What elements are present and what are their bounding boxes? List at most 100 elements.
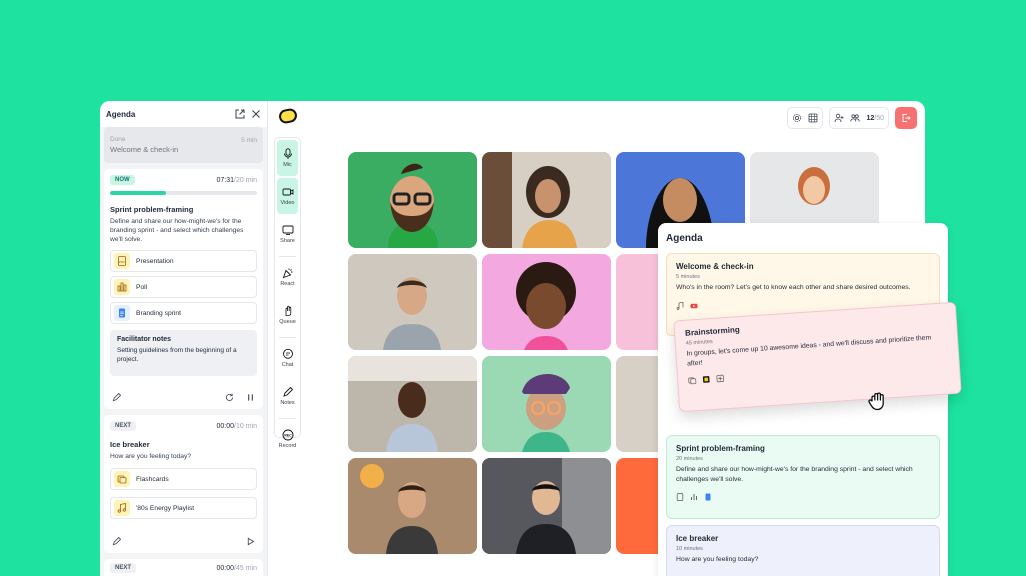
resource-label: Presentation bbox=[136, 257, 174, 265]
queue-label: Queue bbox=[279, 319, 296, 325]
next-total: /10 min bbox=[234, 422, 257, 430]
toolbar-divider bbox=[279, 418, 296, 419]
play-icon[interactable] bbox=[246, 537, 255, 546]
current-elapsed: 07:31 bbox=[216, 176, 235, 184]
participants-controls[interactable]: 12/50 bbox=[829, 107, 889, 129]
current-agenda-item: NOW 07:31/20 min Sprint problem-framing … bbox=[104, 169, 263, 409]
agenda-title: Agenda bbox=[106, 109, 136, 119]
pause-icon[interactable] bbox=[246, 393, 255, 402]
agenda-card-description: Define and share our how-might-we's for … bbox=[676, 466, 913, 483]
share-button[interactable]: Share bbox=[277, 216, 298, 252]
done-duration: 5 min bbox=[241, 137, 257, 144]
add-person-icon[interactable] bbox=[834, 113, 844, 123]
next-title: Ice breaker bbox=[110, 440, 150, 449]
resource-label: Branding sprint bbox=[136, 309, 181, 317]
next-timer: 00:00/10 min bbox=[217, 423, 258, 430]
done-title: Welcome & check-in bbox=[110, 145, 179, 154]
settings-gear-icon[interactable] bbox=[792, 113, 802, 123]
current-title: Sprint problem-framing bbox=[110, 205, 194, 214]
notes-label: Notes bbox=[280, 400, 295, 406]
video-camera-icon bbox=[282, 188, 293, 196]
svg-text:PDF: PDF bbox=[119, 260, 125, 264]
edit-icon[interactable] bbox=[112, 536, 121, 546]
current-timer: 07:31/20 min bbox=[217, 177, 258, 184]
facilitator-notes: Facilitator notes Setting guidelines fro… bbox=[110, 330, 257, 376]
mic-label: Mic bbox=[283, 162, 292, 168]
agenda-card-description: Who's in the room? Let's get to know eac… bbox=[676, 284, 911, 291]
chat-label: Chat bbox=[281, 362, 294, 368]
document-icon bbox=[705, 493, 711, 501]
agenda-header: Agenda bbox=[100, 101, 267, 127]
video-tile[interactable] bbox=[348, 458, 477, 554]
restart-icon[interactable] bbox=[225, 393, 234, 402]
agenda-card-brainstorming-dragging[interactable]: Brainstorming 45 minutes In groups, let'… bbox=[673, 301, 962, 413]
resource-poll[interactable]: Poll bbox=[110, 276, 257, 298]
grid-layout-icon[interactable] bbox=[808, 113, 818, 123]
next-badge: NEXT bbox=[110, 421, 137, 431]
done-label: Done bbox=[110, 136, 126, 143]
participant-count-total: /50 bbox=[874, 114, 884, 122]
next-elapsed: 00:00 bbox=[216, 564, 235, 572]
video-tile[interactable] bbox=[348, 254, 477, 350]
next-elapsed: 00:00 bbox=[216, 422, 235, 430]
agenda-card-ice-breaker[interactable]: Ice breaker 10 minutes How are you feeli… bbox=[666, 525, 940, 576]
leave-door-icon bbox=[902, 114, 911, 122]
flashcards-icon bbox=[688, 377, 697, 385]
close-icon[interactable] bbox=[251, 109, 261, 119]
pencil-icon bbox=[282, 386, 293, 397]
record-icon: REC bbox=[282, 429, 293, 441]
video-tile[interactable] bbox=[482, 458, 611, 554]
next-agenda-item-2: NEXT 00:00/45 min bbox=[104, 559, 263, 576]
agenda-card-duration: 20 minutes bbox=[676, 456, 703, 462]
resource-label: '80s Energy Playlist bbox=[136, 504, 195, 512]
next-badge: NEXT bbox=[110, 563, 137, 573]
video-tile[interactable] bbox=[482, 152, 611, 248]
queue-button[interactable]: Queue bbox=[277, 297, 298, 333]
edit-icon[interactable] bbox=[112, 392, 121, 402]
resource-playlist[interactable]: '80s Energy Playlist bbox=[110, 497, 257, 519]
toolbar-divider bbox=[279, 337, 296, 338]
sticky-note-icon bbox=[702, 376, 710, 383]
agenda-card-title: Welcome & check-in bbox=[676, 262, 754, 271]
record-button[interactable]: REC Record bbox=[277, 421, 298, 457]
document-icon bbox=[114, 305, 130, 321]
music-icon bbox=[114, 500, 130, 516]
done-item[interactable]: Done Welcome & check-in 5 min bbox=[104, 127, 263, 163]
poll-icon bbox=[691, 494, 697, 500]
record-label: Record bbox=[278, 443, 297, 449]
video-tile[interactable] bbox=[482, 356, 611, 452]
popout-icon[interactable] bbox=[235, 109, 245, 119]
grab-hand-cursor-icon bbox=[868, 392, 884, 411]
leave-button[interactable] bbox=[895, 107, 917, 129]
people-icon bbox=[850, 114, 861, 122]
agenda-card-title: Ice breaker bbox=[676, 534, 719, 543]
flashcards-icon bbox=[114, 471, 130, 487]
resource-flashcards[interactable]: Flashcards bbox=[110, 468, 257, 490]
resource-label: Poll bbox=[136, 283, 148, 291]
progress-fill bbox=[110, 191, 166, 195]
agenda-card-description: How are you feeling today? bbox=[676, 556, 759, 563]
chat-button[interactable]: Chat bbox=[277, 340, 298, 376]
notes-button[interactable]: Notes bbox=[277, 378, 298, 414]
floating-agenda-title: Agenda bbox=[666, 233, 703, 244]
top-controls: 12/50 bbox=[787, 107, 917, 129]
next-timer: 00:00/45 min bbox=[217, 565, 258, 572]
video-button[interactable]: Video bbox=[277, 178, 298, 214]
raise-hand-icon bbox=[285, 305, 291, 316]
chat-icon bbox=[282, 348, 293, 359]
video-tile[interactable] bbox=[348, 152, 477, 248]
resource-branding-sprint[interactable]: Branding sprint bbox=[110, 302, 257, 324]
whiteboard-icon bbox=[716, 374, 724, 383]
agenda-card-sprint[interactable]: Sprint problem-framing 20 minutes Define… bbox=[666, 435, 940, 519]
current-total: /20 min bbox=[234, 176, 257, 184]
react-button[interactable]: React bbox=[277, 259, 298, 295]
poll-icon bbox=[114, 279, 130, 295]
resource-presentation[interactable]: PDF Presentation bbox=[110, 250, 257, 272]
mic-button[interactable]: Mic bbox=[277, 140, 298, 176]
view-controls bbox=[787, 107, 824, 129]
agenda-card-duration: 5 minutes bbox=[676, 274, 700, 280]
youtube-icon bbox=[690, 303, 698, 308]
video-tile[interactable] bbox=[348, 356, 477, 452]
now-badge: NOW bbox=[110, 175, 135, 185]
video-tile[interactable] bbox=[482, 254, 611, 350]
